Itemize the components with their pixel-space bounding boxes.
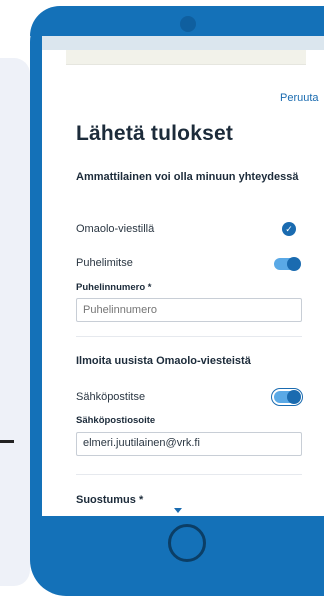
toggle-knob [287, 257, 301, 271]
phone-screen: Peruuta Lähetä tulokset Ammattilainen vo… [42, 36, 324, 516]
email-toggle-label: Sähköpostitse [76, 391, 146, 403]
phone-input[interactable] [76, 298, 302, 322]
toggle-knob [287, 390, 301, 404]
contact-heading: Ammattilainen voi olla minuun yhteydessä [76, 171, 299, 183]
phone-toggle[interactable] [274, 257, 301, 271]
page-title: Lähetä tulokset [76, 122, 234, 145]
chevron-down-icon [174, 508, 182, 513]
check-icon[interactable]: ✓ [282, 222, 296, 236]
notify-heading: Ilmoita uusista Omaolo-viesteistä [76, 355, 251, 367]
camera-icon [180, 16, 196, 32]
email-input[interactable]: elmeri.juutilainen@vrk.fi [76, 432, 302, 456]
phone-label: Puhelimitse [76, 257, 133, 269]
consent-heading: Suostumus * [76, 494, 144, 506]
background-dash [0, 440, 14, 443]
phone-frame: Peruuta Lähetä tulokset Ammattilainen vo… [30, 6, 324, 596]
background-panel [0, 58, 30, 586]
home-button[interactable] [168, 524, 206, 562]
email-toggle[interactable] [274, 390, 301, 404]
divider [76, 336, 302, 337]
phone-field-label: Puhelinnumero * [76, 282, 152, 293]
map-preview [66, 50, 306, 65]
screen-top-strip [42, 36, 324, 50]
phone-top [30, 6, 324, 36]
email-field-label: Sähköpostiosoite [76, 415, 156, 426]
divider [76, 474, 302, 475]
omaolo-message-label: Omaolo-viestillä [76, 223, 155, 235]
cancel-link[interactable]: Peruuta [280, 92, 319, 104]
